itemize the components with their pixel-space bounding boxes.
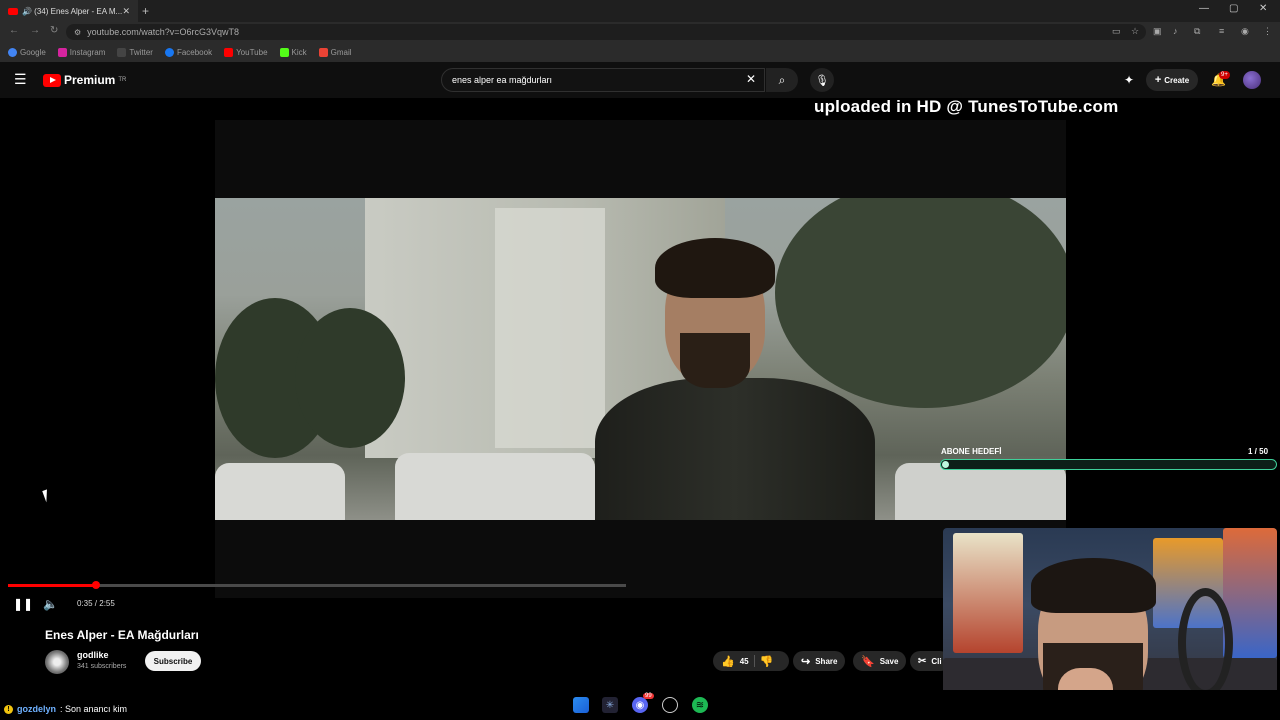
system-tool-icon[interactable] [662, 697, 678, 713]
minimize-button[interactable]: — [1199, 3, 1209, 14]
subscriber-count: 341 subscribers [77, 663, 127, 670]
chat-message: ! gozdelyn : Son anancı kim [4, 704, 127, 714]
profile-icon[interactable]: ◉ [1241, 26, 1249, 37]
singer-figure [595, 238, 895, 520]
tab-title: 🔊 (34) Enes Alper - EA M... [22, 6, 123, 16]
subscriber-goal-label: ABONE HEDEFİ [941, 447, 1002, 456]
url-input[interactable]: ⚙ youtube.com/watch?v=O6rcG3VqwT8 [66, 24, 1146, 40]
microphone-icon: 🎙 [815, 74, 829, 87]
scissors-icon: ✂ [918, 655, 927, 667]
gmail-icon [318, 47, 328, 57]
upload-watermark: uploaded in HD @ TunesToTube.com [814, 97, 1119, 116]
channel-avatar[interactable] [45, 650, 69, 674]
volume-icon[interactable]: 🔈 [43, 597, 58, 611]
new-tab-button[interactable]: + [142, 4, 149, 18]
like-count: 45 [739, 656, 749, 666]
plus-icon: + [1154, 74, 1162, 86]
menu-icon[interactable]: ⋮ [1263, 26, 1272, 37]
site-info-icon[interactable]: ⚙ [74, 28, 81, 37]
time-display: 0:35 / 2:55 [77, 599, 115, 608]
bookmark-google[interactable]: Google [8, 47, 46, 57]
close-window-button[interactable]: ✕ [1259, 3, 1267, 14]
pause-icon[interactable]: ❚❚ [13, 597, 33, 611]
thumbs-down-icon: 👎 [759, 655, 774, 668]
search-input[interactable]: enes alper ea mağdurları [441, 68, 765, 92]
google-icon [8, 47, 17, 57]
hamburger-menu-icon[interactable]: ☰ [14, 72, 28, 86]
ai-sparkle-icon[interactable]: ✦ [1124, 73, 1134, 87]
chat-badge-icon: ! [4, 704, 13, 714]
bookmark-star-icon[interactable]: ☆ [1131, 26, 1139, 37]
youtube-favicon-icon [8, 7, 18, 15]
voice-search-button[interactable]: 🎙 [810, 68, 834, 92]
tab-close-icon[interactable]: ✕ [122, 6, 130, 17]
bookmarks-bar: Google Instagram Twitter Facebook YouTub… [0, 42, 1280, 62]
bookmark-kick[interactable]: Kick [279, 47, 307, 57]
notification-badge: 9+ [1219, 71, 1230, 79]
search-button[interactable]: ⌕ [766, 68, 798, 92]
cast-icon[interactable]: ▭ [1112, 26, 1121, 37]
app-sparkle-icon[interactable]: ✳ [602, 697, 618, 713]
clear-search-icon[interactable]: ✕ [746, 72, 756, 86]
video-still-image [215, 198, 1066, 520]
discord-icon[interactable]: ◉ [632, 697, 648, 713]
like-button[interactable]: 👍 45 [721, 655, 749, 668]
reload-icon[interactable]: ↻ [50, 25, 58, 36]
discord-badge: 99 [643, 693, 654, 699]
video-title: Enes Alper - EA Mağdurları [45, 628, 199, 642]
extensions-icon[interactable]: ⧉ [1194, 26, 1200, 37]
save-button[interactable]: 🔖 Save [853, 651, 907, 671]
share-icon: ↪ [801, 655, 811, 668]
bookmark-gmail[interactable]: Gmail [318, 47, 352, 57]
forward-icon[interactable]: → [30, 25, 40, 36]
progress-bar[interactable] [8, 584, 626, 587]
facebook-icon [164, 47, 174, 57]
subscriber-goal-bar [940, 459, 1277, 470]
like-dislike-group: 👍 45 👎 [713, 651, 789, 671]
browser-tab[interactable]: 🔊 (34) Enes Alper - EA M... ✕ [0, 0, 138, 22]
bookmark-icon: 🔖 [861, 655, 875, 668]
youtube-logo-icon [43, 73, 61, 87]
chat-username: gozdelyn [17, 704, 57, 714]
media-control-icon[interactable]: ♪ [1173, 26, 1178, 36]
url-text: youtube.com/watch?v=O6rcG3VqwT8 [87, 27, 239, 37]
subscribe-button[interactable]: Subscribe [145, 651, 201, 671]
account-avatar[interactable] [1243, 71, 1261, 89]
reading-list-icon[interactable]: ≡ [1219, 26, 1224, 36]
thumbs-up-icon: 👍 [721, 655, 735, 668]
chat-text: : Son anancı kim [60, 704, 128, 714]
youtube-icon [224, 47, 234, 57]
back-icon[interactable]: ← [9, 25, 19, 36]
create-button[interactable]: + Create [1146, 69, 1198, 91]
bookmark-twitter[interactable]: Twitter [117, 47, 153, 57]
bookmark-facebook[interactable]: Facebook [164, 47, 212, 57]
instagram-icon [57, 47, 67, 57]
spotify-icon[interactable]: ≋ [692, 697, 708, 713]
x-icon [117, 47, 127, 57]
bookmark-instagram[interactable]: Instagram [57, 47, 105, 57]
search-icon: ⌕ [778, 72, 786, 87]
maximize-button[interactable]: ▢ [1229, 3, 1238, 14]
kick-icon [279, 47, 289, 57]
windows-start-icon[interactable] [573, 697, 589, 713]
subscriber-goal-count: 1 / 50 [1248, 447, 1269, 456]
subscriber-goal-fill [942, 461, 949, 468]
browser-tab-bar: 🔊 (34) Enes Alper - EA M... ✕ + — ▢ ✕ [0, 0, 1280, 22]
search-value: enes alper ea mağdurları [452, 75, 553, 85]
extension-counter-icon[interactable]: ▣ [1153, 26, 1162, 37]
bookmark-youtube[interactable]: YouTube [224, 47, 268, 57]
dislike-button[interactable]: 👎 [760, 655, 774, 668]
youtube-premium-logo[interactable]: Premium TR [43, 73, 126, 87]
channel-name[interactable]: godlike [77, 650, 109, 660]
progress-played [8, 584, 97, 587]
share-button[interactable]: ↪ Share [793, 651, 846, 671]
